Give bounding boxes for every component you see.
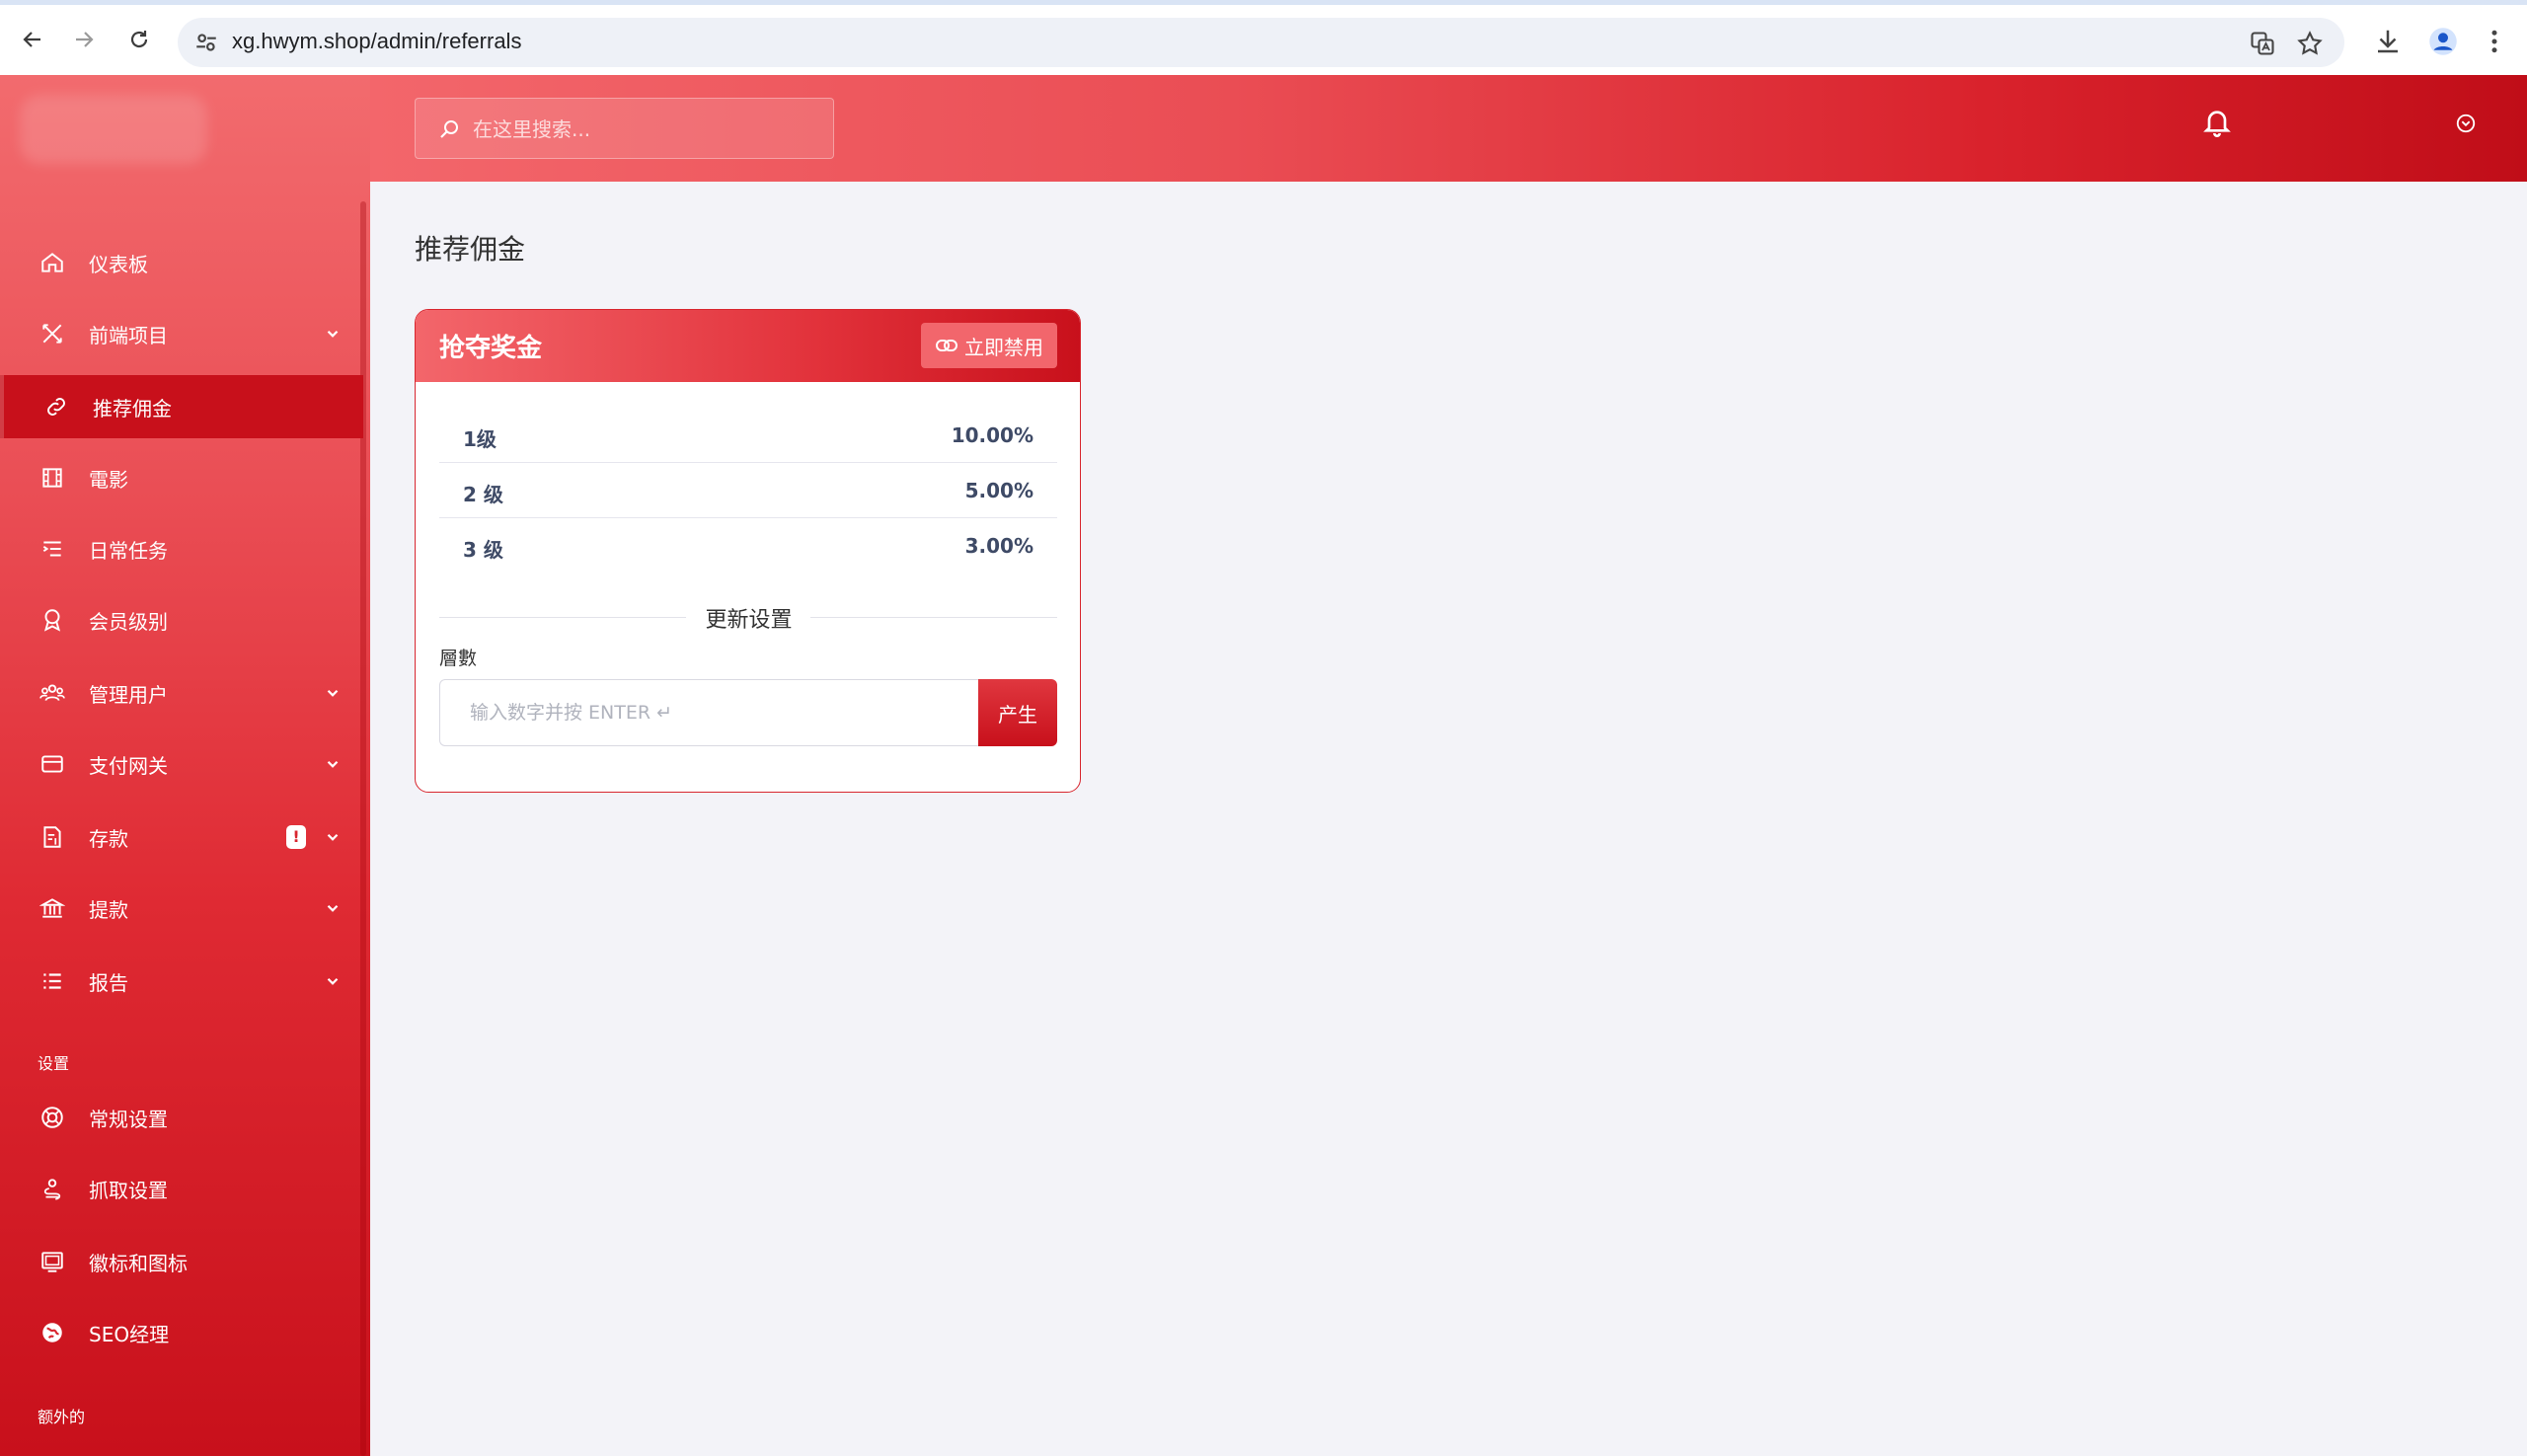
award-icon (43, 609, 61, 632)
sidebar-item-label: 存款 (89, 826, 128, 851)
generate-button[interactable]: 产生 (978, 679, 1057, 746)
back-button[interactable] (18, 25, 47, 54)
sidebar-item-label: 推荐佣金 (93, 396, 172, 421)
sidebar-item-label: 電影 (89, 467, 128, 492)
chevron-down-icon (327, 760, 339, 768)
list-indent-icon (42, 541, 61, 557)
link-icon (47, 398, 65, 416)
more-menu-icon[interactable] (2480, 27, 2509, 56)
sidebar-item-crawl-settings[interactable]: 抓取设置 (0, 1157, 363, 1220)
sidebar-item-label: 仪表板 (89, 252, 148, 276)
sidebar-item-label: 日常任务 (89, 538, 168, 563)
sidebar-item-deposits[interactable]: 存款 ! (0, 805, 363, 869)
download-icon[interactable] (2373, 27, 2403, 56)
credit-card-icon (41, 755, 63, 773)
sidebar-item-movies[interactable]: 電影 (0, 446, 363, 509)
search-box[interactable] (415, 98, 834, 159)
level-row: 2 级 5.00% (439, 463, 1057, 518)
reload-button[interactable] (124, 25, 154, 54)
sidebar-item-dashboard[interactable]: 仪表板 (0, 231, 363, 294)
level-value: 3.00% (964, 534, 1034, 558)
user-menu-chevron-icon[interactable] (2455, 113, 2477, 134)
sidebar-item-reports[interactable]: 报告 (0, 950, 363, 1013)
sidebar-item-label: 提款 (89, 897, 128, 922)
star-icon[interactable] (2296, 30, 2324, 57)
alert-badge: ! (286, 825, 306, 849)
sidebar-item-logo-icons[interactable]: 徽标和图标 (0, 1230, 363, 1293)
reload-icon (130, 31, 148, 48)
sidebar-section-settings: 设置 (38, 1054, 70, 1073)
image-icon (41, 1252, 63, 1272)
sidebar-item-label: 管理用户 (89, 682, 168, 707)
arrow-right-icon (76, 32, 94, 47)
film-icon (42, 468, 62, 488)
brand-logo[interactable] (20, 95, 207, 164)
users-icon (39, 684, 65, 701)
top-header (370, 75, 2527, 182)
sidebar-section-extra: 额外的 (38, 1408, 86, 1426)
level-row: 1级 10.00% (439, 408, 1057, 463)
chevron-down-icon (327, 904, 339, 912)
bell-icon[interactable] (2201, 104, 2233, 139)
chevron-down-icon (327, 689, 339, 697)
sidebar-item-label: 前端项目 (89, 323, 168, 347)
level-name: 3 级 (463, 538, 503, 562)
sidebar-item-member-levels[interactable]: 会员级别 (0, 588, 363, 651)
lifebuoy-icon (41, 1107, 63, 1128)
home-icon (41, 253, 63, 272)
chevron-down-icon (327, 833, 339, 841)
sidebar-item-manage-users[interactable]: 管理用户 (0, 661, 363, 725)
layers-label: 層數 (439, 648, 478, 669)
sidebar-item-seo-manager[interactable]: SEO经理 (0, 1301, 363, 1364)
level-value: 5.00% (964, 479, 1034, 502)
sidebar-item-payment-gateway[interactable]: 支付网关 (0, 732, 363, 796)
page-title: 推荐佣金 (415, 233, 526, 266)
chevron-down-icon (327, 330, 339, 338)
card-header: 抢夺奖金 立即禁用 (416, 310, 1080, 382)
tools-icon (42, 324, 62, 344)
url-text[interactable]: xg.hwym.shop/admin/referrals (232, 29, 521, 54)
layers-input[interactable] (439, 679, 980, 746)
search-input[interactable] (473, 115, 818, 144)
forward-button[interactable] (69, 25, 99, 54)
deposit-icon (43, 826, 61, 848)
arrow-left-icon (23, 32, 40, 47)
level-name: 1级 (463, 427, 497, 451)
globe-icon (42, 1323, 62, 1342)
level-row: 3 级 3.00% (439, 518, 1057, 574)
site-settings-icon[interactable] (193, 30, 219, 55)
sidebar-item-label: SEO经理 (89, 1322, 170, 1346)
sidebar-item-label: 抓取设置 (89, 1178, 168, 1202)
level-value: 10.00% (951, 423, 1034, 447)
sidebar-item-label: 常规设置 (89, 1107, 168, 1131)
translate-icon[interactable] (2249, 30, 2276, 57)
search-icon (440, 120, 458, 138)
sidebar-item-label: 支付网关 (89, 753, 168, 778)
address-bar[interactable]: xg.hwym.shop/admin/referrals (178, 18, 2344, 67)
sidebar-item-withdrawals[interactable]: 提款 (0, 877, 363, 940)
referral-bonus-card: 抢夺奖金 立即禁用 1级 10.00% 2 级 5.00% 3 级 3.00% … (415, 309, 1081, 793)
link-icon (936, 340, 957, 351)
disable-now-label: 立即禁用 (964, 335, 1043, 359)
update-settings-divider: 更新设置 (705, 608, 793, 633)
profile-avatar-icon[interactable] (2428, 27, 2458, 56)
level-name: 2 级 (463, 483, 503, 506)
spider-icon (43, 1179, 61, 1200)
browser-toolbar: xg.hwym.shop/admin/referrals (0, 0, 2527, 75)
sidebar-item-label: 会员级别 (89, 609, 168, 634)
bank-icon (39, 898, 65, 918)
sidebar-item-frontend[interactable]: 前端项目 (0, 302, 363, 365)
card-title: 抢夺奖金 (439, 334, 543, 363)
chevron-down-icon (327, 977, 339, 985)
sidebar-item-label: 徽标和图标 (89, 1251, 188, 1275)
disable-now-button[interactable]: 立即禁用 (921, 323, 1057, 368)
sidebar-item-referrals[interactable]: 推荐佣金 (0, 375, 363, 438)
sidebar-item-daily-tasks[interactable]: 日常任务 (0, 517, 363, 580)
sidebar-item-label: 报告 (89, 970, 128, 995)
sidebar: 仪表板 前端项目 推荐佣金 電影 日常任务 会员级别 管理用户 支付网关 存款 … (0, 75, 370, 1456)
list-icon (43, 973, 61, 989)
sidebar-item-general-settings[interactable]: 常规设置 (0, 1086, 363, 1149)
